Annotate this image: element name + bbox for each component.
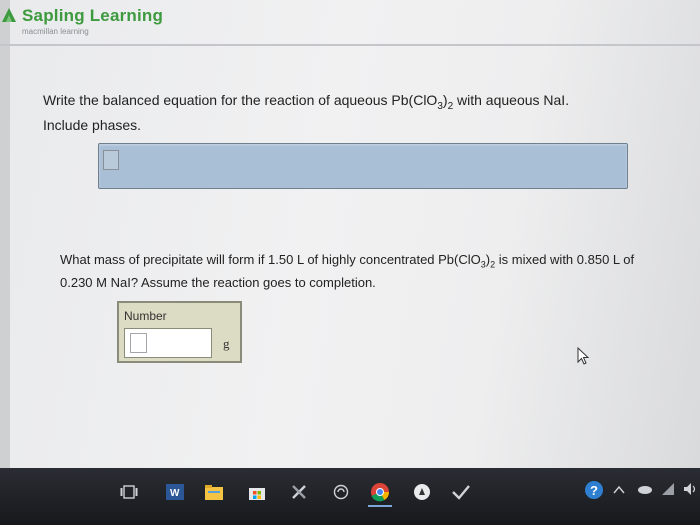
brand-subtitle: macmillan learning — [22, 27, 89, 36]
app-icon[interactable] — [413, 483, 431, 501]
screen: Sapling Learning macmillan learning Writ… — [0, 0, 700, 468]
number-answer-panel: Number g — [117, 301, 242, 363]
number-input-cursor — [130, 333, 147, 353]
equation-answer-field[interactable] — [98, 143, 628, 189]
number-input[interactable] — [124, 328, 212, 358]
browser-icon[interactable] — [333, 484, 349, 500]
word-icon[interactable]: W — [166, 484, 184, 500]
question-2-text: What mass of precipitate will form if 1.… — [60, 252, 635, 290]
number-label: Number — [124, 309, 167, 323]
tools-icon[interactable] — [290, 483, 308, 501]
equation-editor-box[interactable] — [103, 150, 119, 170]
file-explorer-icon[interactable] — [205, 484, 223, 500]
task-view-icon[interactable] — [120, 485, 138, 499]
header: Sapling Learning macmillan learning — [0, 0, 700, 46]
sapling-logo-icon — [2, 8, 16, 22]
mouse-pointer-icon — [577, 347, 590, 365]
left-edge — [0, 0, 10, 468]
svg-text:W: W — [170, 488, 180, 499]
cloud-icon[interactable] — [636, 483, 654, 495]
store-icon[interactable] — [248, 483, 266, 501]
brand-name: Sapling Learning — [22, 6, 164, 25]
chevron-up-icon[interactable] — [613, 485, 625, 495]
unit-label: g — [223, 336, 230, 351]
chrome-icon[interactable] — [370, 482, 390, 502]
chrome-active-indicator — [368, 505, 392, 507]
wifi-icon[interactable] — [661, 482, 675, 496]
checkmark-app-icon[interactable] — [452, 484, 470, 500]
svg-text:?: ? — [590, 483, 598, 498]
volume-icon[interactable] — [683, 482, 697, 496]
question-1-text: Write the balanced equation for the reac… — [43, 92, 570, 133]
help-icon[interactable]: ? — [584, 480, 604, 500]
taskbar: W ? — [0, 468, 700, 525]
header-divider — [0, 44, 700, 46]
